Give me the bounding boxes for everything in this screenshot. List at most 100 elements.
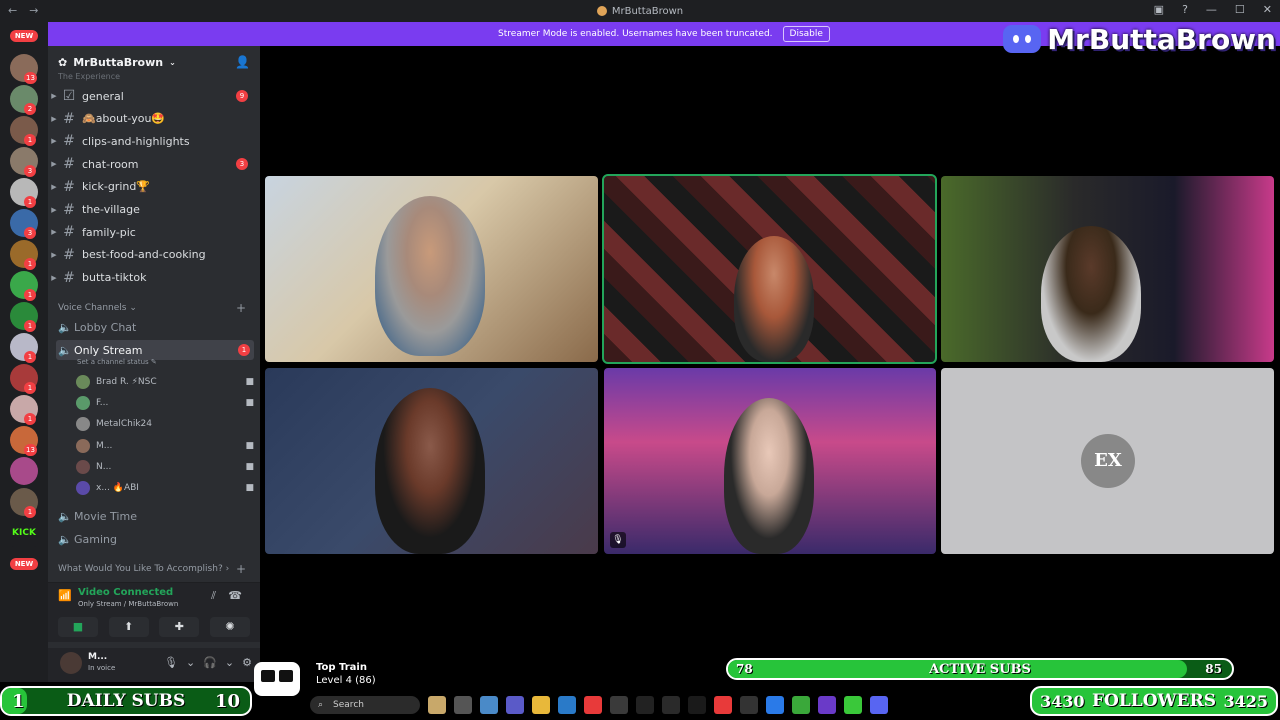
server-badge: 1	[24, 320, 36, 332]
discord-icon[interactable]	[870, 696, 888, 714]
text-channel[interactable]: ▶ ☑ general 9	[48, 86, 260, 106]
avatar	[76, 459, 90, 474]
chevron-right-icon[interactable]: ▶	[48, 183, 60, 191]
text-channel[interactable]: ▶ # kick-grind🏆	[48, 177, 260, 197]
chrome-icon[interactable]	[844, 696, 862, 714]
server-icon[interactable]	[10, 457, 38, 485]
disconnect-icon[interactable]: ☎	[228, 589, 242, 602]
terminal-icon[interactable]	[610, 696, 628, 714]
window-controls: ▣ ? — ☐ ✕	[1154, 3, 1272, 16]
train-icon	[254, 662, 300, 696]
maximize-icon[interactable]: ☐	[1235, 3, 1245, 16]
chevron-right-icon[interactable]: ▶	[48, 228, 60, 236]
chevron-right-icon[interactable]: ▶	[48, 92, 60, 100]
invite-people-icon[interactable]: 👤	[235, 55, 250, 69]
text-channel[interactable]: ▶ # best-food-and-cooking	[48, 245, 260, 265]
text-channel[interactable]: ▶ # chat-room 3	[48, 154, 260, 174]
teams-icon[interactable]	[506, 696, 524, 714]
voice-channel-only-stream[interactable]: 🔈 Only Stream 1	[56, 340, 254, 360]
category-the-experience[interactable]: The Experience	[58, 72, 120, 81]
taskbar-search[interactable]: ⌕ Search	[310, 696, 420, 714]
participant-video	[375, 388, 485, 554]
voice-connected-subtitle[interactable]: Only Stream / MrButtaBrown	[78, 600, 178, 608]
text-channel[interactable]: ▶ # clips-and-highlights	[48, 131, 260, 151]
category-voice-channels[interactable]: Voice Channels ⌄ +	[58, 301, 246, 315]
voice-member[interactable]: N... ■	[76, 457, 254, 477]
category-accomplish[interactable]: What Would You Like To Accomplish? › +	[58, 562, 246, 576]
screen-share-button[interactable]: ⬆	[108, 617, 149, 637]
video-tile-4[interactable]	[265, 368, 598, 554]
server-badge: 1	[24, 413, 36, 425]
text-channel[interactable]: ▶ # butta-tiktok	[48, 268, 260, 288]
voice-channel-movie-time[interactable]: 🔈 Movie Time	[56, 506, 254, 526]
taskbar-app-icon[interactable]	[428, 696, 446, 714]
soundboard-button[interactable]: ✺	[209, 617, 250, 637]
voice-member[interactable]: Brad R. ⚡NSC ■	[76, 372, 254, 392]
voice-channel-label: Gaming	[74, 532, 117, 546]
voice-member[interactable]: M... ■	[76, 436, 254, 456]
chevron-right-icon[interactable]: ▶	[48, 274, 60, 282]
store-icon[interactable]	[558, 696, 576, 714]
text-channel[interactable]: ▶ # the-village	[48, 200, 260, 220]
window-title: MrButtaBrown	[611, 5, 684, 17]
activities-button[interactable]: ✚	[159, 617, 200, 637]
capcut-icon[interactable]	[740, 696, 758, 714]
video-tile-1[interactable]	[265, 176, 598, 362]
app-grid-icon[interactable]	[818, 696, 836, 714]
text-channel[interactable]: ▶ # family-pic	[48, 222, 260, 242]
nvidia-icon[interactable]	[792, 696, 810, 714]
minimize-icon[interactable]: —	[1206, 3, 1217, 16]
nav-arrows: ← →	[8, 4, 38, 17]
add-channel-icon[interactable]: +	[236, 562, 246, 576]
gear-icon[interactable]: ⚙	[242, 656, 252, 669]
banner-message: Streamer Mode is enabled. Usernames have…	[498, 29, 773, 39]
video-tile-2[interactable]	[602, 174, 937, 364]
youtube-icon[interactable]	[584, 696, 602, 714]
record-app-icon[interactable]	[714, 696, 732, 714]
disable-button[interactable]: Disable	[782, 26, 830, 42]
server-logo-icon	[596, 6, 607, 16]
microphone-icon[interactable]: 🎙	[164, 656, 178, 669]
chevron-down-icon[interactable]: ⌄	[186, 656, 195, 669]
voice-channel-lobby-chat[interactable]: 🔈 Lobby Chat	[56, 317, 254, 337]
chevron-right-icon[interactable]: ▶	[48, 206, 60, 214]
avatar[interactable]	[60, 652, 82, 674]
text-channel[interactable]: ▶ # 🙈about-you🤩	[48, 109, 260, 129]
server-logo-icon: ✿	[58, 55, 68, 69]
chevron-right-icon[interactable]: ▶	[48, 251, 60, 259]
video-tile-5[interactable]: 🎙	[604, 368, 936, 554]
voice-member[interactable]: x... 🔥ABI ■	[76, 478, 254, 498]
chevron-right-icon[interactable]: ▶	[48, 115, 60, 123]
file-explorer-icon[interactable]	[532, 696, 550, 714]
video-tile-3[interactable]	[941, 176, 1274, 362]
member-name: F...	[96, 398, 109, 409]
headphones-icon[interactable]: 🎧	[203, 656, 217, 669]
copilot-icon[interactable]	[480, 696, 498, 714]
video-tile-6[interactable]: EX	[941, 368, 1274, 554]
streamlabs-icon[interactable]	[688, 696, 706, 714]
help-icon[interactable]: ?	[1182, 3, 1188, 16]
edge-icon[interactable]	[766, 696, 784, 714]
voice-member[interactable]: MetalChik24	[76, 414, 254, 434]
forward-arrow-icon[interactable]: →	[29, 4, 38, 17]
tiktok-icon[interactable]	[636, 696, 654, 714]
voice-controls-row: ■ ⬆ ✚ ✺	[58, 617, 250, 637]
inbox-icon[interactable]: ▣	[1154, 3, 1164, 16]
obs-icon[interactable]	[662, 696, 680, 714]
camera-button[interactable]: ■	[58, 617, 98, 637]
close-icon[interactable]: ✕	[1263, 3, 1272, 16]
channel-status-input[interactable]: Set a channel status ✎	[77, 358, 157, 366]
connection-signal-icon[interactable]: 📶	[58, 589, 72, 602]
noise-suppression-icon[interactable]: ⫽	[211, 589, 216, 603]
new-badge-bottom: NEW	[10, 558, 38, 570]
chevron-right-icon[interactable]: ▶	[48, 137, 60, 145]
chevron-right-icon[interactable]: ▶	[48, 160, 60, 168]
voice-member[interactable]: F... ■	[76, 393, 254, 413]
chevron-down-icon[interactable]: ⌄	[225, 656, 234, 669]
user-panel: M... In voice 🎙 ⌄ 🎧 ⌄ ⚙	[48, 648, 260, 682]
add-channel-icon[interactable]: +	[236, 301, 246, 315]
server-icon[interactable]: KICK	[10, 519, 38, 547]
voice-channel-gaming[interactable]: 🔈 Gaming	[56, 529, 254, 549]
back-arrow-icon[interactable]: ←	[8, 4, 17, 17]
task-view-icon[interactable]	[454, 696, 472, 714]
